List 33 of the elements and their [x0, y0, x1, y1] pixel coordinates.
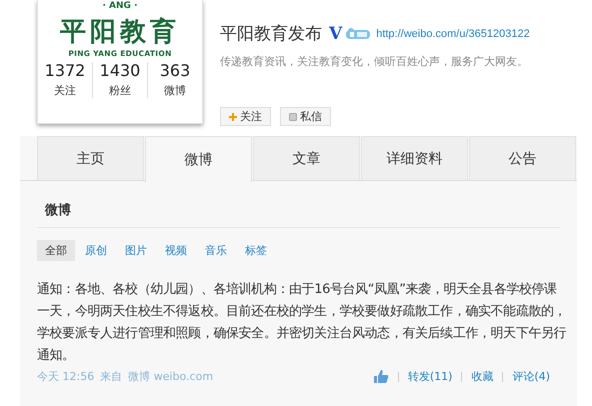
post-action-link[interactable]: 收藏 [471, 369, 494, 384]
post-time: 今天 12:56 [37, 369, 94, 384]
post-action-link[interactable]: 转发(11) [408, 369, 452, 384]
square-icon [289, 112, 297, 120]
nav-tab[interactable]: 微博 [145, 136, 252, 182]
profile-link[interactable]: http://weibo.com/u/3651203122 [376, 28, 530, 40]
profile-name: 平阳教育发布 [220, 23, 322, 45]
nav-tab[interactable]: 公告 [469, 136, 576, 180]
stat-link[interactable]: 1430 粉丝 [92, 62, 147, 98]
nav-tab[interactable]: 文章 [253, 136, 360, 180]
source-label: 来自 [100, 369, 122, 384]
verified-mark: V [329, 24, 342, 44]
section-title: 微博 [37, 181, 560, 228]
nav-tab[interactable]: 详细资料 [361, 136, 468, 180]
filter-tab[interactable]: 音乐 [197, 240, 235, 261]
stat-link[interactable]: 363 微博 [147, 62, 202, 98]
logo-title: 平阳教育 [60, 17, 180, 47]
thumbs-up-icon[interactable] [372, 369, 389, 384]
nav-tab[interactable]: 主页 [37, 136, 144, 180]
post-action-link[interactable]: 评论(4) [512, 369, 550, 384]
filter-tab[interactable]: 原创 [77, 240, 115, 261]
stat-link[interactable]: 1372 关注 [38, 62, 92, 98]
filter-tab[interactable]: 全部 [37, 240, 75, 261]
logo-text: · ANG · [102, 1, 138, 11]
profile-button[interactable]: 私信 [280, 107, 331, 126]
filter-tab[interactable]: 视频 [157, 240, 195, 261]
plus-icon [229, 112, 237, 120]
profile-bio: 传递教育资讯，关注教育变化，倾听百姓心声，服务广大网友。 [220, 54, 529, 69]
post-text: 通知：各地、各校（幼儿园）、各培训机构：由于16号台风“凤凰”来袭，明天全县各学校停课一天，今明两天住校生不得返校。目前还在校的学生，学校要做好疏散工作，确实不能疏散的，学校要派专人进行管理和照顾，确保安全。并密切关注台风动态，有关后续工作，明天下午另行通知。 [37, 281, 567, 365]
filter-tab[interactable]: 标签 [237, 240, 275, 261]
level-badge-icon [345, 28, 372, 40]
profile-button[interactable]: 关注 [220, 107, 271, 126]
filter-tab[interactable]: 图片 [117, 240, 155, 261]
